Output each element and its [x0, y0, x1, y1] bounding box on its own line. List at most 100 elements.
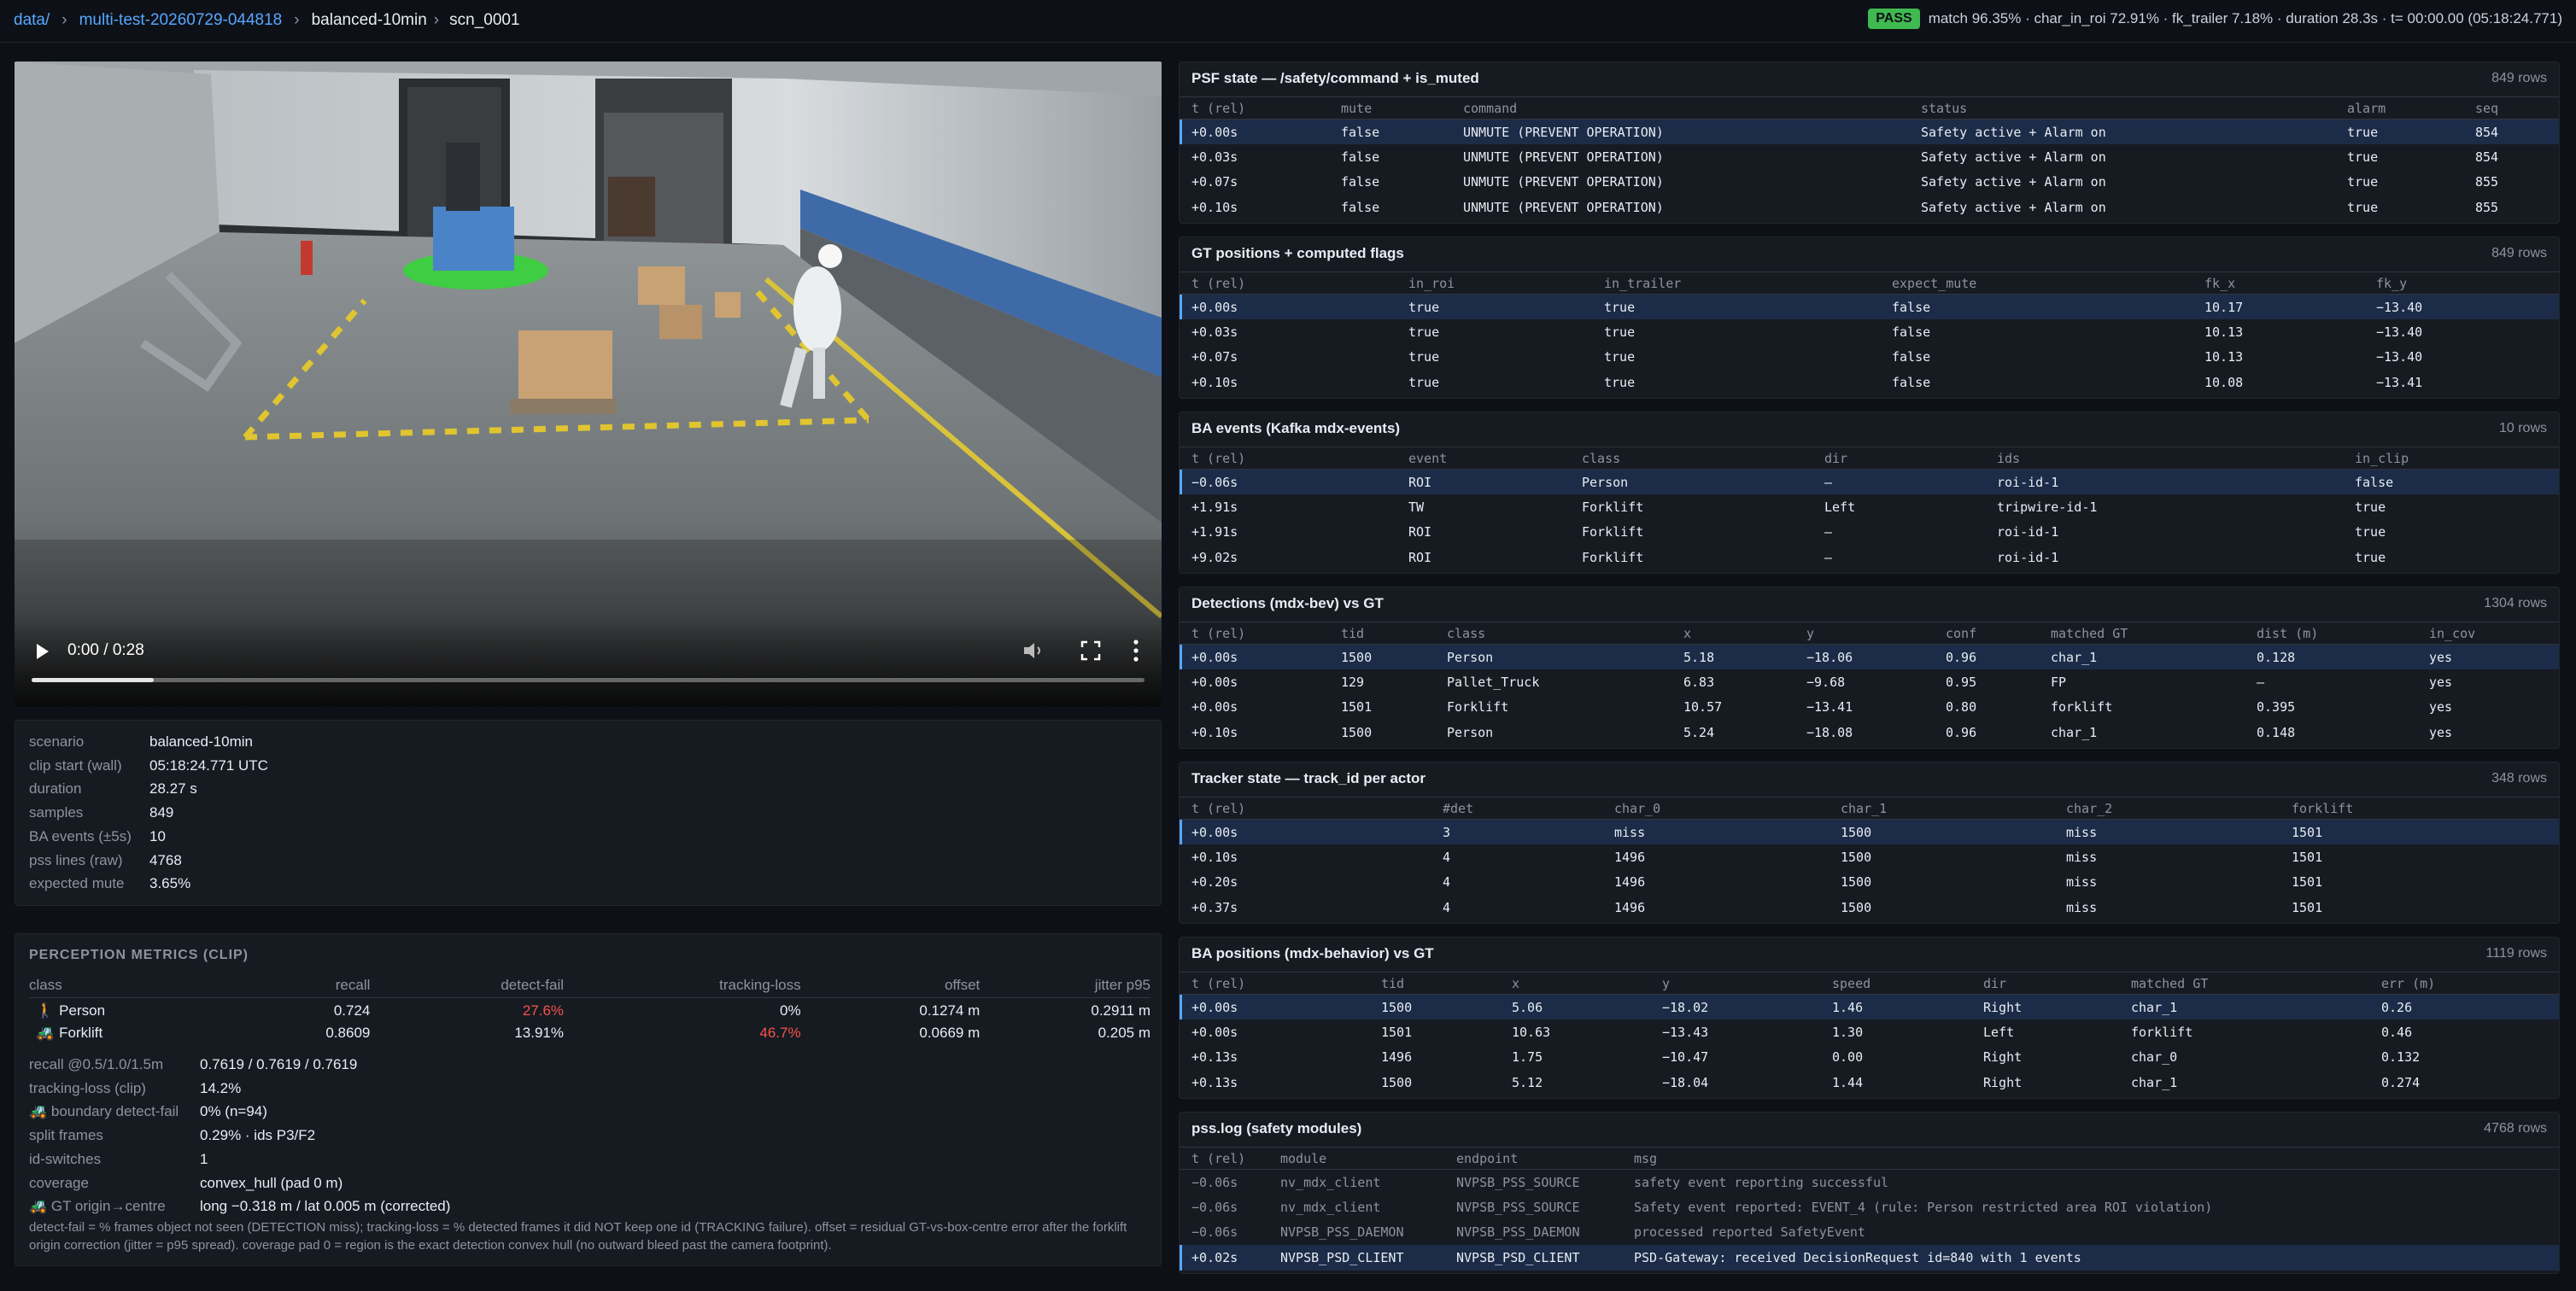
col-header[interactable]: msg — [1622, 1147, 2559, 1170]
col-header[interactable]: alarm — [2335, 96, 2463, 120]
col-header[interactable]: speed — [1820, 972, 1971, 995]
col-header[interactable]: forklift — [2280, 797, 2559, 820]
table-row[interactable]: −0.06s nv_mdx_client NVPSB_PSS_SOURCE safet… — [1180, 1170, 2559, 1195]
col-header[interactable]: in_cov — [2417, 622, 2559, 645]
table-cell: 1496 — [1614, 849, 1646, 865]
col-header[interactable]: fk_x — [2193, 272, 2364, 295]
table-cell: false — [1329, 119, 1451, 144]
col-header[interactable]: tid — [1329, 622, 1435, 645]
col-header[interactable]: command — [1451, 96, 1909, 120]
breadcrumb-run-link[interactable]: multi-test-20260729-044818 — [79, 11, 283, 30]
col-header[interactable]: t (rel) — [1180, 972, 1369, 995]
col-header[interactable]: y — [1794, 622, 1934, 645]
col-header[interactable]: ids — [1985, 447, 2343, 470]
video-player[interactable]: 0:00 / 0:28 — [15, 61, 1162, 707]
video-progress-bar[interactable] — [32, 678, 1145, 682]
panel-title: BA positions (mdx-behavior) vs GT — [1191, 945, 1434, 961]
table-row[interactable]: +0.10s false UNMUTE (PREVENT OPERATION) Saf… — [1180, 195, 2559, 220]
col-header[interactable]: dist (m) — [2245, 622, 2417, 645]
col-header[interactable]: seq — [2463, 96, 2559, 120]
table-row[interactable]: +0.00s false UNMUTE (PREVENT OPERATION) Saf… — [1180, 119, 2559, 144]
col-header[interactable]: t (rel) — [1180, 447, 1396, 470]
table-row[interactable]: +0.00s true true false 10.17 −13.40 — [1180, 294, 2559, 319]
breadcrumb-config[interactable]: balanced-10min — [312, 11, 427, 30]
col-header[interactable]: in_trailer — [1592, 272, 1880, 295]
col-header[interactable]: fk_y — [2364, 272, 2559, 295]
table-row[interactable]: +0.07s false UNMUTE (PREVENT OPERATION) Saf… — [1180, 170, 2559, 196]
info-value: balanced-10min — [149, 733, 253, 750]
table-row[interactable]: +0.13s 1496 1.75 −10.47 0.00 Right char_0 0.132 — [1180, 1045, 2559, 1071]
table-row[interactable]: +0.03s false UNMUTE (PREVENT OPERATION) Saf… — [1180, 144, 2559, 170]
table-cell: true — [1408, 374, 1440, 390]
col-header[interactable]: class — [1435, 622, 1671, 645]
col-header[interactable]: char_0 — [1602, 797, 1829, 820]
table-row[interactable]: −0.06s NVPSB_PSS_DAEMON NVPSB_PSS_DAEMON pr… — [1180, 1220, 2559, 1246]
table-row[interactable]: +0.13s 1500 5.12 −18.04 1.44 Right char_1 0.274 — [1180, 1070, 2559, 1095]
table-row[interactable]: +0.03s true true false 10.13 −13.40 — [1180, 319, 2559, 345]
table-row[interactable]: +0.10s 4 1496 1500 miss 1501 — [1180, 844, 2559, 870]
col-header[interactable]: class — [1570, 447, 1812, 470]
col-header[interactable]: matched GT — [2119, 972, 2369, 995]
table-row[interactable]: −0.06s ROI Person — roi-id-1 false — [1180, 469, 2559, 494]
col-header[interactable]: mute — [1329, 96, 1451, 120]
panel-title: Tracker state — track_id per actor — [1191, 770, 1426, 786]
col-header[interactable]: matched GT — [2039, 622, 2245, 645]
info-row: expected mute 3.65% — [29, 875, 190, 892]
col-header[interactable]: expect_mute — [1880, 272, 2193, 295]
col-header[interactable]: t (rel) — [1180, 622, 1329, 645]
table-row[interactable]: +0.00s 1501 Forklift 10.57 −13.41 0.80 forklif… — [1180, 695, 2559, 721]
col-header[interactable]: x — [1500, 972, 1650, 995]
col-header[interactable]: module — [1268, 1147, 1444, 1170]
table-cell: +0.00s — [1191, 699, 1238, 716]
table-cell: Right — [1983, 1074, 2023, 1090]
col-header[interactable]: t (rel) — [1180, 797, 1431, 820]
col-header[interactable]: dir — [1971, 972, 2119, 995]
col-header: offset — [800, 975, 981, 998]
table-row[interactable]: +0.07s true true false 10.13 −13.40 — [1180, 345, 2559, 371]
col-header[interactable]: y — [1650, 972, 1820, 995]
table-row[interactable]: +0.00s 1500 5.06 −18.02 1.46 Right char_1 0.26 — [1180, 994, 2559, 1019]
col-header[interactable]: char_1 — [1829, 797, 2054, 820]
fullscreen-icon[interactable] — [1080, 640, 1101, 661]
table-cell: false — [1341, 149, 1380, 165]
table-cell: Safety active + Alarm on — [1921, 199, 2106, 215]
more-options-icon[interactable] — [1133, 639, 1139, 663]
col-header[interactable]: t (rel) — [1180, 1147, 1268, 1170]
table-row[interactable]: +0.00s 129 Pallet_Truck 6.83 −9.68 0.95 FP — yes — [1180, 669, 2559, 695]
col-header[interactable]: t (rel) — [1180, 96, 1329, 120]
col-header[interactable]: endpoint — [1444, 1147, 1622, 1170]
table-row[interactable]: +0.00s 1500 Person 5.18 −18.06 0.96 char_1 0.12… — [1180, 644, 2559, 669]
table-cell: roi-id-1 — [1997, 549, 2059, 565]
table-cell: 1496 — [1381, 1049, 1413, 1066]
table-row[interactable]: +9.02s ROI Forklift — roi-id-1 true — [1180, 545, 2559, 570]
breadcrumb-root-link[interactable]: data/ — [14, 11, 50, 30]
table-row[interactable]: +0.20s 4 1496 1500 miss 1501 — [1180, 870, 2559, 896]
col-header[interactable]: conf — [1934, 622, 2039, 645]
col-header[interactable]: t (rel) — [1180, 272, 1396, 295]
col-header[interactable]: char_2 — [2054, 797, 2280, 820]
col-header[interactable]: x — [1671, 622, 1794, 645]
table-row[interactable]: +0.37s 4 1496 1500 miss 1501 — [1180, 895, 2559, 920]
col-header[interactable]: err (m) — [2369, 972, 2559, 995]
table-row[interactable]: +1.91s TW Forklift Left tripwire-id-1 true — [1180, 494, 2559, 520]
table-row[interactable]: +0.02s NVPSB_PSD_CLIENT NVPSB_PSD_CLIENT PS… — [1180, 1245, 2559, 1271]
table-cell: true — [2355, 524, 2386, 540]
table-row[interactable]: +1.91s ROI Forklift — roi-id-1 true — [1180, 520, 2559, 546]
table-row[interactable]: +0.10s 1500 Person 5.24 −18.08 0.96 char_1 0.14… — [1180, 720, 2559, 745]
table-cell: Right — [1983, 1049, 2023, 1066]
play-icon[interactable] — [37, 644, 49, 659]
col-header[interactable]: tid — [1369, 972, 1500, 995]
col-header[interactable]: #det — [1431, 797, 1602, 820]
col-header[interactable]: in_roi — [1396, 272, 1592, 295]
row-count: 1119 rows — [2485, 946, 2547, 961]
table-row[interactable]: +0.00s 1501 10.63 −13.43 1.30 Left forklift 0.4… — [1180, 1019, 2559, 1045]
table-row[interactable]: +0.00s 3 miss 1500 miss 1501 — [1180, 819, 2559, 844]
col-header[interactable]: status — [1909, 96, 2335, 120]
col-header[interactable]: dir — [1812, 447, 1985, 470]
volume-muted-icon[interactable] — [1022, 640, 1045, 661]
table-row[interactable]: −0.06s nv_mdx_client NVPSB_PSS_SOURCE Safet… — [1180, 1195, 2559, 1220]
col-header[interactable]: in_clip — [2343, 447, 2559, 470]
col-header[interactable]: event — [1396, 447, 1570, 470]
perception-metric-row: 🚜 GT origin→centre long −0.318 m / lat 0.… — [29, 1198, 450, 1215]
table-row[interactable]: +0.10s true true false 10.08 −13.41 — [1180, 370, 2559, 395]
